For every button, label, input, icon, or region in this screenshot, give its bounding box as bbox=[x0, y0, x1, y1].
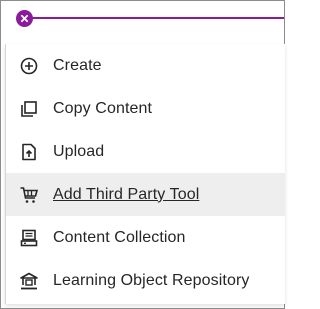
menu-item-copy-content[interactable]: Copy Content bbox=[6, 87, 285, 130]
collection-icon bbox=[19, 228, 39, 248]
menu-item-add-third-party-tool[interactable]: Add Third Party Tool bbox=[6, 173, 285, 216]
repository-icon bbox=[19, 271, 39, 291]
menu-item-label: Learning Object Repository bbox=[53, 271, 250, 289]
menu-item-create[interactable]: Create bbox=[6, 44, 285, 87]
menu-item-learning-object-repository[interactable]: Learning Object Repository bbox=[6, 259, 285, 302]
menu-item-label: Create bbox=[53, 56, 102, 74]
create-menu-window: Create Copy Content Upload Add Third Par… bbox=[0, 0, 285, 309]
copy-icon bbox=[19, 99, 39, 119]
accent-line bbox=[31, 17, 284, 19]
upload-icon bbox=[19, 142, 39, 162]
menu-item-label: Content Collection bbox=[53, 228, 186, 246]
cart-icon bbox=[19, 185, 39, 205]
menu-item-label: Copy Content bbox=[53, 99, 153, 117]
menu-item-content-collection[interactable]: Content Collection bbox=[6, 216, 285, 259]
close-button[interactable] bbox=[16, 10, 33, 27]
menu-item-label: Add Third Party Tool bbox=[53, 185, 200, 203]
menu-item-label: Upload bbox=[53, 142, 105, 160]
menu-item-upload[interactable]: Upload bbox=[6, 130, 285, 173]
close-icon bbox=[20, 14, 29, 23]
create-dropdown-menu: Create Copy Content Upload Add Third Par… bbox=[5, 44, 285, 304]
plus-circle-icon bbox=[19, 56, 39, 76]
menu-header bbox=[1, 1, 284, 37]
